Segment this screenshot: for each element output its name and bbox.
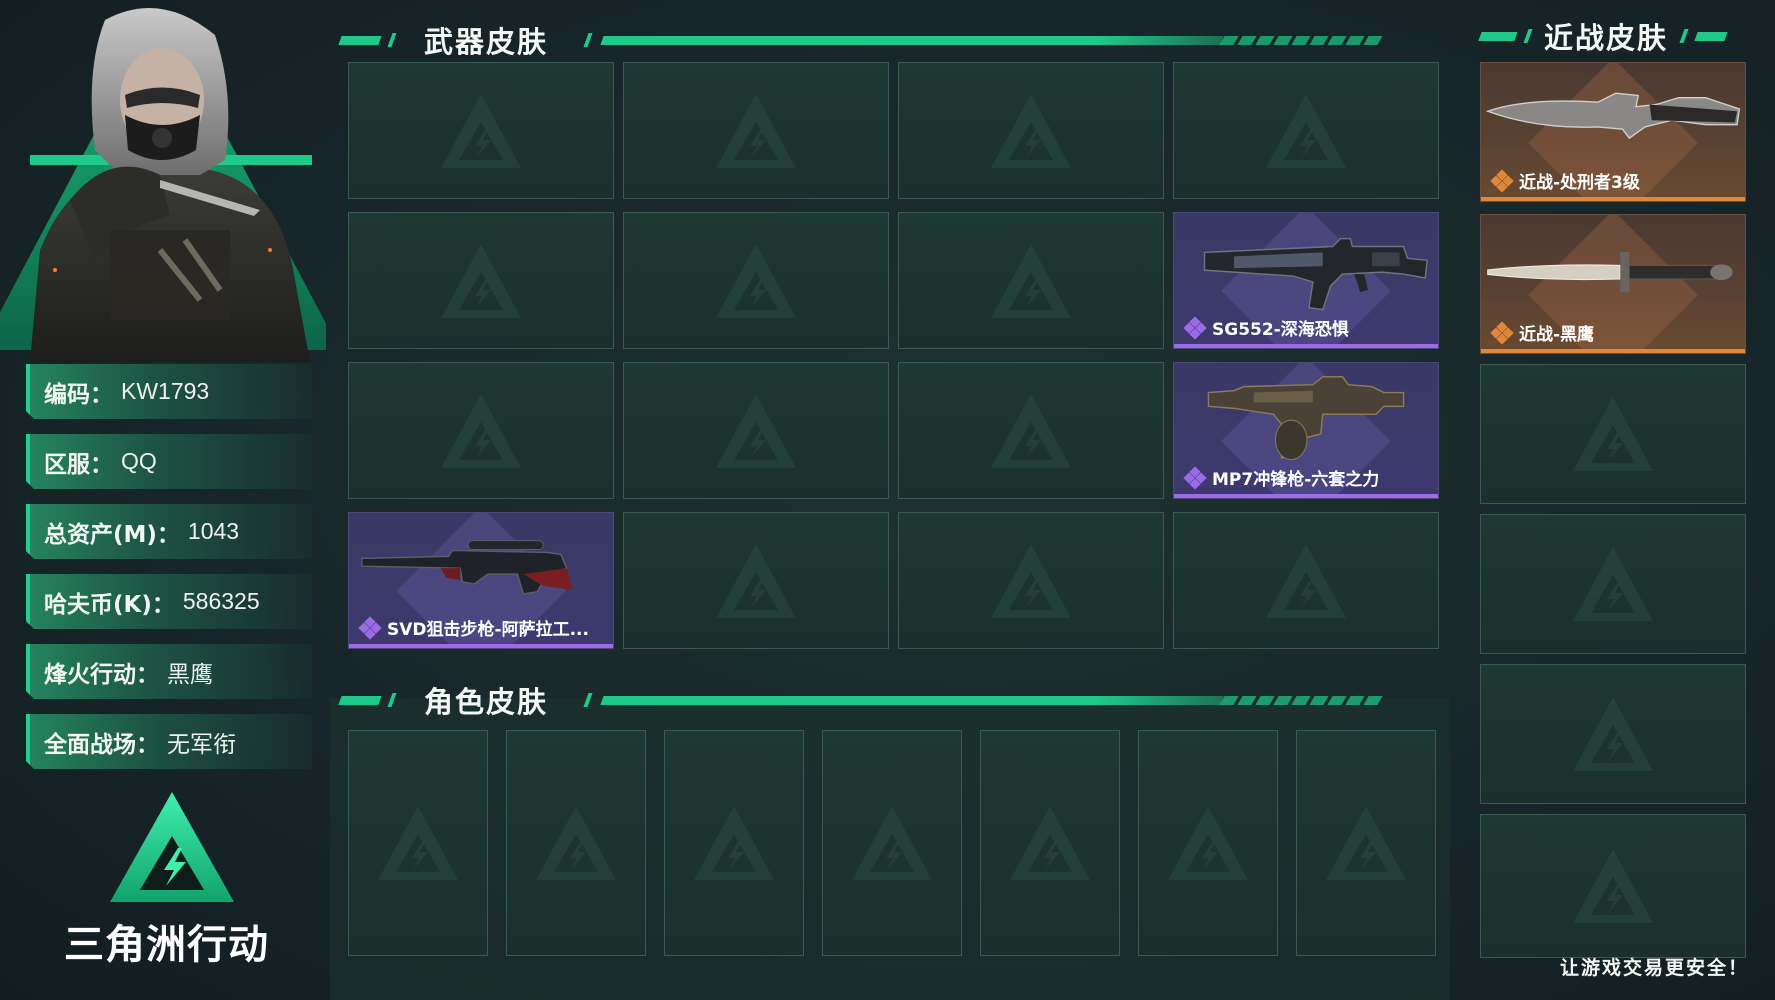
- empty-character-slot[interactable]: [348, 730, 488, 956]
- item-label: SVD狙击步枪-阿萨拉工...: [358, 615, 589, 640]
- brand-name: 三角洲行动: [64, 922, 269, 968]
- empty-weapon-slot[interactable]: [1173, 62, 1439, 199]
- weapon-skin-card[interactable]: MP7冲锋枪-六套之力: [1173, 362, 1439, 499]
- empty-melee-slot[interactable]: [1480, 664, 1746, 804]
- info-value: KW1793: [121, 378, 210, 404]
- watermark-logo-icon: [441, 93, 521, 168]
- info-label: 编码: [44, 381, 90, 408]
- info-label: 总资产(M): [44, 521, 157, 548]
- delta-force-logo-icon: [110, 792, 234, 902]
- empty-weapon-slot[interactable]: [898, 62, 1164, 199]
- item-name: SVD狙击步枪-阿萨拉工...: [387, 620, 589, 640]
- watermark-logo-icon: [1326, 806, 1406, 880]
- section-title: 近战皮肤: [1544, 21, 1669, 55]
- rarity-diamond-icon: [358, 615, 382, 640]
- section-title: 角色皮肤: [424, 685, 549, 719]
- rarity-diamond-icon: [1183, 315, 1207, 340]
- info-row-total-assets: 总资产(M)： 1043: [26, 504, 312, 559]
- info-value: 586325: [182, 588, 260, 614]
- rarity-diamond-icon: [1490, 320, 1514, 345]
- info-value: 1043: [187, 518, 240, 544]
- info-row-havoc-coins: 哈夫币(K)： 586325: [26, 574, 312, 629]
- info-value: QQ: [121, 448, 157, 474]
- watermark-logo-icon: [1573, 547, 1653, 621]
- watermark-logo-icon: [1266, 93, 1346, 168]
- weapon-skin-card[interactable]: SVD狙击步枪-阿萨拉工...: [348, 512, 614, 649]
- empty-weapon-slot[interactable]: [623, 212, 889, 349]
- empty-character-slot[interactable]: [1296, 730, 1436, 956]
- item-name: 近战-处刑者3级: [1519, 173, 1640, 193]
- info-row-warfare-rank: 全面战场： 无军衔: [26, 714, 312, 769]
- info-label: 区服: [44, 451, 90, 478]
- watermark-logo-icon: [1573, 849, 1653, 923]
- character-skins-header: 角色皮肤: [338, 680, 1450, 720]
- empty-melee-slot[interactable]: [1480, 514, 1746, 654]
- watermark-logo-icon: [716, 543, 796, 618]
- profile-info-list: 编码： KW1793 区服： QQ 总资产(M)： 1043 哈夫币(K)： 5…: [26, 364, 312, 784]
- empty-weapon-slot[interactable]: [623, 512, 889, 649]
- empty-character-slot[interactable]: [980, 730, 1120, 956]
- melee-skins-header: 近战皮肤: [1478, 16, 1750, 56]
- item-label: SG552-深海恐惧: [1183, 315, 1349, 340]
- empty-weapon-slot[interactable]: [1173, 512, 1439, 649]
- section-title: 武器皮肤: [424, 25, 549, 59]
- empty-melee-slot[interactable]: [1480, 814, 1746, 958]
- watermark-logo-icon: [1266, 543, 1346, 618]
- empty-weapon-slot[interactable]: [348, 62, 614, 199]
- empty-character-slot[interactable]: [822, 730, 962, 956]
- watermark-logo-icon: [991, 393, 1071, 468]
- watermark-logo-icon: [991, 93, 1071, 168]
- empty-character-slot[interactable]: [506, 730, 646, 956]
- brand: 三角洲行动: [60, 790, 290, 970]
- empty-weapon-slot[interactable]: [898, 212, 1164, 349]
- empty-weapon-slot[interactable]: [348, 212, 614, 349]
- empty-weapon-slot[interactable]: [898, 362, 1164, 499]
- watermark-logo-icon: [991, 543, 1071, 618]
- footer-slogan: 让游戏交易更安全！: [1559, 957, 1749, 979]
- watermark-logo-icon: [1573, 397, 1653, 471]
- watermark-logo-icon: [1168, 806, 1248, 880]
- watermark-logo-icon: [716, 93, 796, 168]
- empty-character-slot[interactable]: [1138, 730, 1278, 956]
- watermark-logo-icon: [1573, 697, 1653, 771]
- watermark-logo-icon: [441, 243, 521, 318]
- watermark-logo-icon: [1010, 806, 1090, 880]
- watermark-logo-icon: [378, 806, 458, 880]
- info-row-server: 区服： QQ: [26, 434, 312, 489]
- profile-panel: 编码： KW1793 区服： QQ 总资产(M)： 1043 哈夫币(K)： 5…: [0, 0, 326, 1000]
- empty-weapon-slot[interactable]: [348, 362, 614, 499]
- empty-character-slot[interactable]: [664, 730, 804, 956]
- info-label: 全面战场: [44, 731, 136, 758]
- empty-weapon-slot[interactable]: [898, 512, 1164, 649]
- melee-skin-card[interactable]: 近战-处刑者3级: [1480, 62, 1746, 202]
- item-name: SG552-深海恐惧: [1212, 320, 1349, 340]
- watermark-logo-icon: [536, 806, 616, 880]
- info-value: 黑鹰: [167, 660, 213, 687]
- item-label: 近战-黑鹰: [1490, 320, 1595, 345]
- weapon-skins-header: 武器皮肤: [338, 20, 1450, 60]
- rarity-diamond-icon: [1183, 465, 1207, 490]
- item-name: MP7冲锋枪-六套之力: [1212, 470, 1380, 490]
- watermark-logo-icon: [716, 393, 796, 468]
- watermark-logo-icon: [694, 806, 774, 880]
- watermark-logo-icon: [852, 806, 932, 880]
- info-row-code: 编码： KW1793: [26, 364, 312, 419]
- item-name: 近战-黑鹰: [1519, 325, 1595, 345]
- empty-melee-slot[interactable]: [1480, 364, 1746, 504]
- melee-skin-card[interactable]: 近战-黑鹰: [1480, 214, 1746, 354]
- empty-weapon-slot[interactable]: [623, 62, 889, 199]
- info-label: 烽火行动: [44, 661, 136, 688]
- info-value: 无军衔: [167, 730, 236, 757]
- rarity-diamond-icon: [1490, 168, 1514, 193]
- watermark-logo-icon: [991, 243, 1071, 318]
- item-label: MP7冲锋枪-六套之力: [1183, 465, 1380, 490]
- item-label: 近战-处刑者3级: [1490, 168, 1640, 193]
- watermark-logo-icon: [441, 393, 521, 468]
- weapon-skin-card[interactable]: SG552-深海恐惧: [1173, 212, 1439, 349]
- watermark-logo-icon: [716, 243, 796, 318]
- character-portrait: [30, 8, 310, 362]
- info-row-operations-rank: 烽火行动： 黑鹰: [26, 644, 312, 699]
- info-label: 哈夫币(K): [44, 591, 152, 618]
- empty-weapon-slot[interactable]: [623, 362, 889, 499]
